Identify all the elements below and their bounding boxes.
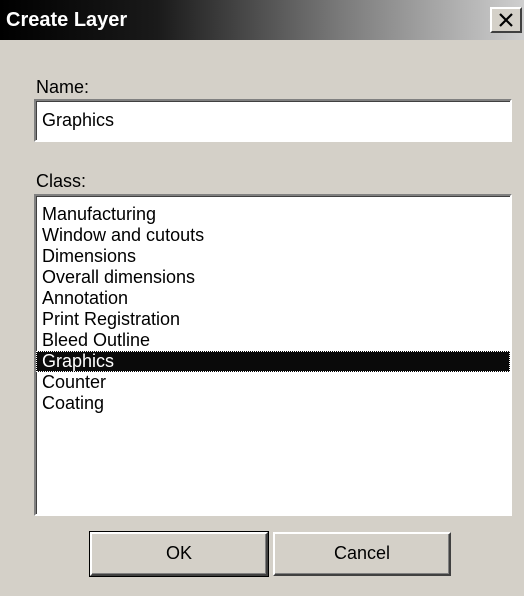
list-item[interactable]: Dimensions [36,246,510,267]
list-item[interactable]: Annotation [36,288,510,309]
list-item[interactable]: Bleed Outline [36,330,510,351]
list-item[interactable]: Print Registration [36,309,510,330]
create-layer-dialog: Create Layer Name: Graphics Class: Manuf… [0,0,524,596]
close-icon [499,13,513,27]
ok-button[interactable]: OK [89,531,269,577]
close-button[interactable] [490,7,522,33]
cancel-button[interactable]: Cancel [273,532,451,576]
dialog-title: Create Layer [6,9,128,31]
class-listbox[interactable]: Manufacturing Window and cutouts Dimensi… [34,194,512,516]
list-item[interactable]: Overall dimensions [36,267,510,288]
class-label: Class: [36,171,87,191]
list-item[interactable]: Counter [36,372,510,393]
list-item[interactable]: Manufacturing [36,204,510,225]
list-item[interactable]: Window and cutouts [36,225,510,246]
list-item[interactable]: Coating [36,393,510,414]
name-input[interactable]: Graphics [34,99,512,142]
title-bar[interactable]: Create Layer [0,0,524,40]
list-item-selected[interactable]: Graphics [36,351,510,372]
name-label: Name: [36,77,90,97]
